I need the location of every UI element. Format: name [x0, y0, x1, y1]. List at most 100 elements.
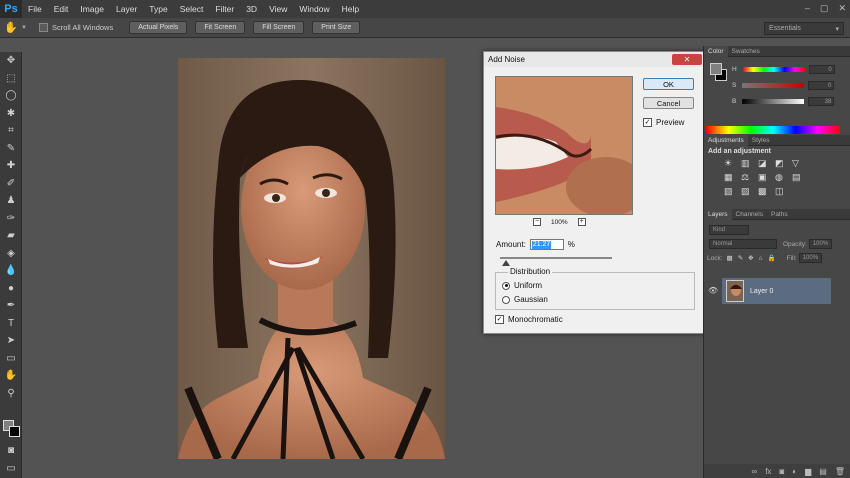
saturation-value[interactable]: 0	[808, 81, 835, 90]
uniform-radio[interactable]: Uniform	[502, 281, 542, 290]
hue-slider[interactable]	[742, 67, 805, 72]
path-selection-tool-icon[interactable]: ➤	[0, 332, 22, 350]
quick-select-tool-icon[interactable]: ✱	[0, 105, 22, 123]
posterize-icon[interactable]: ▨	[741, 186, 755, 197]
tab-styles[interactable]: Styles	[748, 135, 774, 146]
fill-input[interactable]: 100%	[798, 253, 823, 263]
quick-mask-icon[interactable]: ◙	[0, 442, 22, 460]
lock-icons[interactable]: ▩✎✥⌂🔒	[727, 254, 781, 262]
type-tool-icon[interactable]: T	[0, 315, 22, 333]
vibrance-icon[interactable]: ▽	[792, 158, 806, 169]
color-balance-icon[interactable]: ⚖	[741, 172, 755, 183]
amount-slider-thumb[interactable]	[501, 260, 510, 266]
new-adjustment-icon[interactable]: ◐	[792, 467, 797, 476]
healing-brush-tool-icon[interactable]: ✚	[0, 157, 22, 175]
blend-mode-select[interactable]: Normal	[709, 239, 777, 249]
add-mask-icon[interactable]: ◙	[779, 467, 784, 476]
layer-kind-filter[interactable]: Kind	[709, 225, 749, 235]
close-icon[interactable]: ✕	[672, 54, 702, 65]
fit-screen-button[interactable]: Fit Screen	[195, 21, 246, 34]
lasso-tool-icon[interactable]: ◯	[0, 87, 22, 105]
menu-help[interactable]: Help	[336, 4, 365, 14]
dialog-title-bar[interactable]: Add Noise ✕	[484, 52, 704, 67]
menu-3d[interactable]: 3D	[240, 4, 263, 14]
monochromatic-check-box[interactable]: ✓	[495, 315, 504, 324]
photo-filter-icon[interactable]: ◍	[775, 172, 789, 183]
brightness-slider[interactable]	[742, 99, 805, 104]
layer-style-icon[interactable]: fx	[765, 467, 771, 476]
zoom-in-button[interactable]: +	[577, 218, 586, 226]
paint-bucket-tool-icon[interactable]: ◈	[0, 245, 22, 263]
preview-checkbox[interactable]: ✓ Preview	[643, 118, 684, 127]
rectangle-tool-icon[interactable]: ▭	[0, 350, 22, 368]
brush-tool-icon[interactable]: ✐	[0, 175, 22, 193]
eye-icon[interactable]: 👁	[708, 286, 718, 295]
crop-tool-icon[interactable]: ⌗	[0, 122, 22, 140]
black-white-icon[interactable]: ▣	[758, 172, 772, 183]
layer-row[interactable]: Layer 0	[722, 278, 831, 304]
move-tool-icon[interactable]: ✥	[0, 52, 22, 70]
maximize-button[interactable]: ▢	[820, 3, 829, 14]
fill-screen-button[interactable]: Fill Screen	[253, 21, 305, 34]
amount-slider[interactable]	[500, 257, 612, 259]
marquee-tool-icon[interactable]: ⬚	[0, 70, 22, 88]
gaussian-radio[interactable]: Gaussian	[502, 295, 548, 304]
gaussian-radio-button[interactable]	[502, 295, 510, 304]
print-size-button[interactable]: Print Size	[312, 21, 361, 34]
history-brush-tool-icon[interactable]: ✑	[0, 210, 22, 228]
channel-mixer-icon[interactable]: ▤	[792, 172, 806, 183]
document-canvas[interactable]	[178, 58, 445, 459]
background-color-swatch[interactable]	[9, 426, 20, 437]
hue-saturation-icon[interactable]: ▦	[724, 172, 738, 183]
dodge-tool-icon[interactable]: ●	[0, 280, 22, 298]
layer-name[interactable]: Layer 0	[750, 288, 773, 295]
preview-check-box[interactable]: ✓	[643, 118, 652, 127]
menu-window[interactable]: Window	[293, 4, 335, 14]
color-swatches[interactable]	[3, 420, 21, 438]
menu-filter[interactable]: Filter	[209, 4, 240, 14]
checkbox-box[interactable]	[38, 23, 48, 32]
ok-button[interactable]: OK	[643, 78, 694, 90]
zoom-tool-icon[interactable]: ⚲	[0, 385, 22, 403]
tab-paths[interactable]: Paths	[767, 209, 792, 220]
hand-tool-icon[interactable]: ✋	[4, 21, 18, 35]
link-layers-icon[interactable]: ∞	[752, 467, 758, 476]
pen-tool-icon[interactable]: ✒	[0, 297, 22, 315]
screen-mode-icon[interactable]: ▭	[0, 460, 22, 478]
menu-image[interactable]: Image	[74, 4, 110, 14]
saturation-slider[interactable]	[742, 83, 805, 88]
close-window-button[interactable]: ✕	[838, 3, 846, 14]
new-group-icon[interactable]: ▆	[805, 467, 811, 476]
uniform-radio-button[interactable]	[502, 281, 510, 290]
zoom-out-button[interactable]: −	[533, 218, 541, 226]
amount-input[interactable]: 21.27	[529, 239, 564, 250]
blur-tool-icon[interactable]: 💧	[0, 262, 22, 280]
tab-swatches[interactable]: Swatches	[728, 46, 764, 57]
curves-icon[interactable]: ◪	[758, 158, 772, 169]
exposure-icon[interactable]: ◩	[775, 158, 789, 169]
menu-edit[interactable]: Edit	[48, 4, 75, 14]
monochromatic-checkbox[interactable]: ✓ Monochromatic	[495, 315, 563, 324]
workspace-switcher[interactable]: Essentials ▾	[764, 22, 844, 35]
delete-layer-icon[interactable]: 🗑	[835, 467, 845, 476]
menu-file[interactable]: File	[22, 4, 48, 14]
cancel-button[interactable]: Cancel	[643, 97, 694, 109]
brightness-value[interactable]: 38	[808, 97, 835, 106]
menu-layer[interactable]: Layer	[110, 4, 143, 14]
actual-pixels-button[interactable]: Actual Pixels	[129, 21, 188, 34]
menu-view[interactable]: View	[263, 4, 293, 14]
menu-type[interactable]: Type	[143, 4, 173, 14]
clone-stamp-tool-icon[interactable]: ♟	[0, 192, 22, 210]
chevron-down-icon[interactable]: ▼	[21, 25, 27, 31]
gradient-map-icon[interactable]: ◫	[775, 186, 789, 197]
hand-tool-icon[interactable]: ✋	[0, 367, 22, 385]
threshold-icon[interactable]: ▩	[758, 186, 772, 197]
levels-icon[interactable]: ▥	[741, 158, 755, 169]
invert-icon[interactable]: ▧	[724, 186, 738, 197]
brightness-contrast-icon[interactable]: ☀	[724, 158, 738, 169]
menu-select[interactable]: Select	[174, 4, 210, 14]
filter-preview[interactable]	[495, 76, 633, 215]
scroll-all-windows-checkbox[interactable]: Scroll All Windows	[38, 23, 113, 32]
hue-value[interactable]: 0	[808, 65, 835, 74]
eraser-tool-icon[interactable]: ▰	[0, 227, 22, 245]
